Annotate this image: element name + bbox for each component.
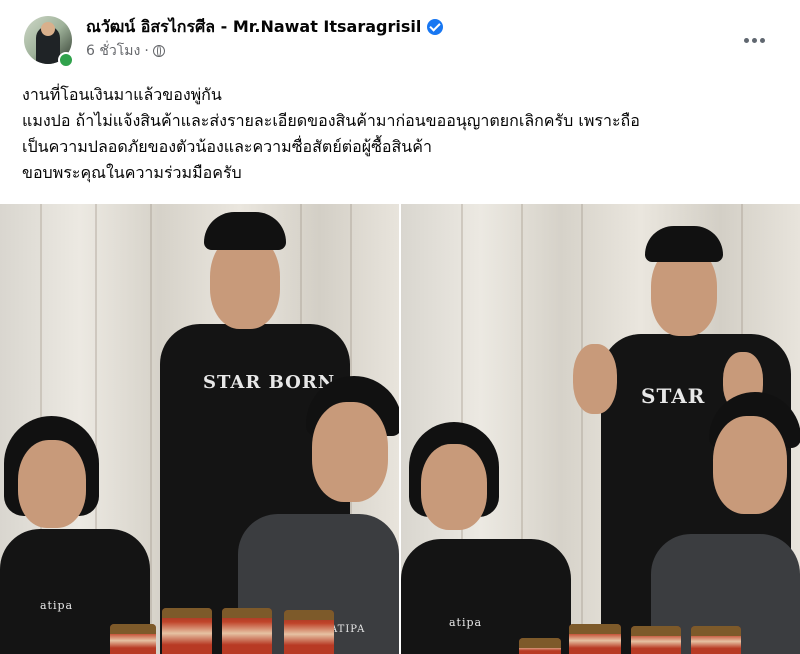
meta-separator: · xyxy=(144,43,149,59)
post-text-line: งานที่โอนเงินมาแล้วของพู่กัน xyxy=(22,85,222,104)
author-name[interactable]: ณวัฒน์ อิสรไกรศีล - Mr.Nawat Itsaragrisi… xyxy=(86,15,421,40)
post-text-line: ขอบพระคุณในความร่วมมือครับ xyxy=(22,163,242,182)
online-status-icon xyxy=(58,52,74,68)
author-row: ณวัฒน์ อิสรไกรศีล - Mr.Nawat Itsaragrisi… xyxy=(86,15,444,40)
photo-left[interactable]: STAR BORN atipa ATIPA xyxy=(0,204,399,654)
shirt-small-print: atipa xyxy=(40,599,74,612)
post-time[interactable]: 6 ชั่วโมง xyxy=(86,40,140,62)
shirt-print: STAR BORN xyxy=(203,372,336,393)
globe-icon[interactable] xyxy=(152,45,165,57)
post-meta: 6 ชั่วโมง · xyxy=(86,42,165,60)
shirt-gray-print: ATIPA xyxy=(330,624,366,635)
shirt-print-right: STAR xyxy=(641,384,706,408)
facebook-post: ณวัฒน์ อิสรไกรศีล - Mr.Nawat Itsaragrisi… xyxy=(0,0,800,654)
photo-grid: STAR BORN atipa ATIPA STAR atipa xyxy=(0,204,800,654)
post-text-line: แมงปอ ถ้าไม่แจ้งสินค้าและส่งรายละเอียดขอ… xyxy=(22,111,640,130)
shirt-small-print-right: atipa xyxy=(449,616,483,629)
post-text: งานที่โอนเงินมาแล้วของพู่กัน แมงปอ ถ้าไม… xyxy=(22,82,782,186)
post-header: ณวัฒน์ อิสรไกรศีล - Mr.Nawat Itsaragrisi… xyxy=(0,0,800,70)
photo-right[interactable]: STAR atipa xyxy=(401,204,800,654)
post-text-line: เป็นความปลอดภัยของตัวน้องและความซื่อสัตย… xyxy=(22,137,432,156)
more-options-icon[interactable] xyxy=(736,26,772,54)
verified-badge-icon xyxy=(427,19,444,35)
